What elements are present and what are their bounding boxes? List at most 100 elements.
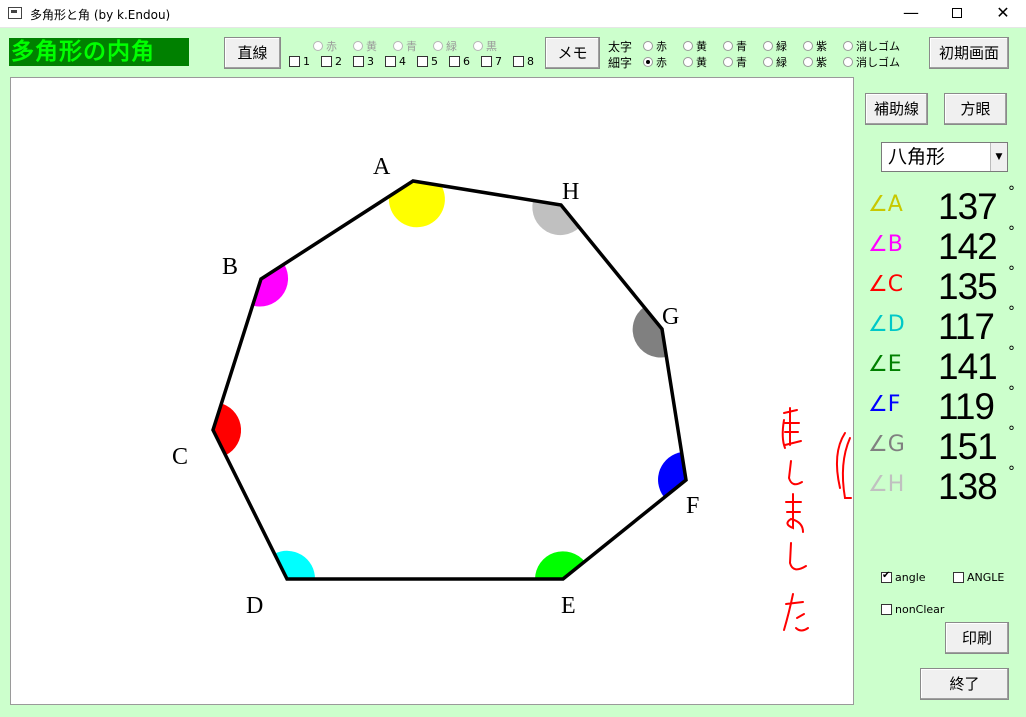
degree-symbol: ° [1008, 344, 1015, 360]
radio-icon [763, 57, 773, 67]
radio-icon [763, 41, 773, 51]
polygon-figure: A B C D E F G H [172, 154, 852, 632]
angle-label-h: ∠H [868, 472, 905, 497]
grid-button[interactable]: 方眼 [944, 93, 1007, 125]
maximize-button[interactable] [934, 0, 980, 28]
radio-icon [803, 57, 813, 67]
radio-icon [433, 41, 443, 51]
angle-value-c: 135 [938, 266, 998, 307]
reset-button[interactable]: 初期画面 [929, 37, 1009, 69]
angle-row-f: ∠F 119 ° [864, 384, 1024, 428]
radio-icon [843, 57, 853, 67]
radio-icon [723, 57, 733, 67]
line-checkbox-2[interactable]: 2 [321, 55, 342, 68]
drawing-canvas[interactable]: A B C D E F G H [10, 77, 854, 705]
title-bar: 多角形と角 (by k.Endou) — ✕ [0, 0, 1026, 28]
radio-icon [803, 41, 813, 51]
checkbox-icon [953, 572, 964, 583]
thick-purple[interactable]: 紫 [803, 38, 827, 54]
thick-blue[interactable]: 青 [723, 38, 747, 54]
line-color-black[interactable]: 黒 [473, 38, 497, 54]
angle-label-c: ∠C [868, 272, 904, 297]
vertex-label-g: G [662, 304, 679, 330]
thin-green[interactable]: 緑 [763, 54, 787, 70]
thin-eraser[interactable]: 消しゴム [843, 54, 900, 70]
angle-value-a: 137 [938, 186, 998, 227]
chevron-down-icon: ▼ [990, 143, 1007, 171]
vertex-label-h: H [562, 179, 579, 205]
vertex-label-f: F [686, 493, 699, 519]
angle-row-c: ∠C 135 ° [864, 264, 1024, 308]
maximize-icon [952, 8, 962, 18]
line-color-blue[interactable]: 青 [393, 38, 417, 54]
checkbox-checked-icon [881, 570, 892, 583]
nonclear-checkbox[interactable]: nonClear [881, 603, 944, 616]
thin-label: 細字 [608, 56, 633, 70]
app-icon [8, 7, 22, 19]
radio-icon [353, 41, 363, 51]
angle-row-d: ∠D 117 ° [864, 304, 1024, 348]
line-color-green[interactable]: 緑 [433, 38, 457, 54]
radio-icon [683, 41, 693, 51]
degree-symbol: ° [1008, 224, 1015, 240]
memo-button[interactable]: メモ [545, 37, 600, 69]
angle-value-d: 117 [938, 306, 995, 347]
polygon-select[interactable]: 八角形 ▼ [881, 142, 1008, 172]
polygon-select-value: 八角形 [888, 146, 946, 168]
degree-symbol: ° [1008, 264, 1015, 280]
app-title: 多角形の内角 [9, 38, 189, 66]
angle-value-e: 141 [938, 346, 998, 387]
line-checkbox-3[interactable]: 3 [353, 55, 374, 68]
close-button[interactable]: ✕ [980, 0, 1026, 28]
thick-yellow[interactable]: 黄 [683, 38, 707, 54]
thin-yellow[interactable]: 黄 [683, 54, 707, 70]
vertex-label-c: C [172, 444, 188, 470]
checkbox-icon [289, 56, 300, 67]
exit-button[interactable]: 終了 [920, 668, 1009, 700]
minimize-button[interactable]: — [888, 0, 934, 28]
thick-eraser[interactable]: 消しゴム [843, 38, 900, 54]
line-checkbox-5[interactable]: 5 [417, 55, 438, 68]
vertex-label-d: D [246, 593, 263, 619]
vertex-label-b: B [222, 254, 238, 280]
line-checkbox-4[interactable]: 4 [385, 55, 406, 68]
angle-value-g: 151 [938, 426, 998, 467]
angle-label-f: ∠F [868, 392, 901, 417]
radio-icon [313, 41, 323, 51]
octagon-outline [211, 179, 688, 581]
line-checkbox-8[interactable]: 8 [513, 55, 534, 68]
line-color-yellow[interactable]: 黄 [353, 38, 377, 54]
line-checkbox-6[interactable]: 6 [449, 55, 470, 68]
checkbox-icon [881, 604, 892, 615]
checkbox-icon [321, 56, 332, 67]
thin-blue[interactable]: 青 [723, 54, 747, 70]
line-checkbox-1[interactable]: 1 [289, 55, 310, 68]
radio-icon [843, 41, 853, 51]
radio-icon [643, 41, 653, 51]
angle-caps-checkbox[interactable]: ANGLE [953, 571, 1004, 584]
angle-value-f: 119 [938, 386, 995, 427]
thick-red[interactable]: 赤 [643, 38, 667, 54]
radio-selected-icon [643, 57, 653, 67]
checkbox-icon [513, 56, 524, 67]
handwritten-memo [781, 407, 852, 632]
angle-checkbox[interactable]: angle [881, 570, 926, 584]
line-color-red[interactable]: 赤 [313, 38, 337, 54]
angle-label-d: ∠D [868, 312, 905, 337]
checkbox-icon [449, 56, 460, 67]
line-checkbox-7[interactable]: 7 [481, 55, 502, 68]
angle-arc-b [251, 264, 289, 307]
angle-value-h: 138 [938, 466, 998, 507]
thin-purple[interactable]: 紫 [803, 54, 827, 70]
print-button[interactable]: 印刷 [945, 622, 1009, 654]
angle-row-e: ∠E 141 ° [864, 344, 1024, 388]
radio-icon [683, 57, 693, 67]
aux-line-button[interactable]: 補助線 [865, 93, 928, 125]
thin-red[interactable]: 赤 [643, 54, 667, 70]
angle-row-h: ∠H 138 ° [864, 464, 1024, 508]
angle-arc-a [388, 181, 445, 228]
degree-symbol: ° [1008, 464, 1015, 480]
thick-green[interactable]: 緑 [763, 38, 787, 54]
angle-row-a: ∠A 137 ° [864, 184, 1024, 228]
line-button[interactable]: 直線 [224, 37, 281, 69]
